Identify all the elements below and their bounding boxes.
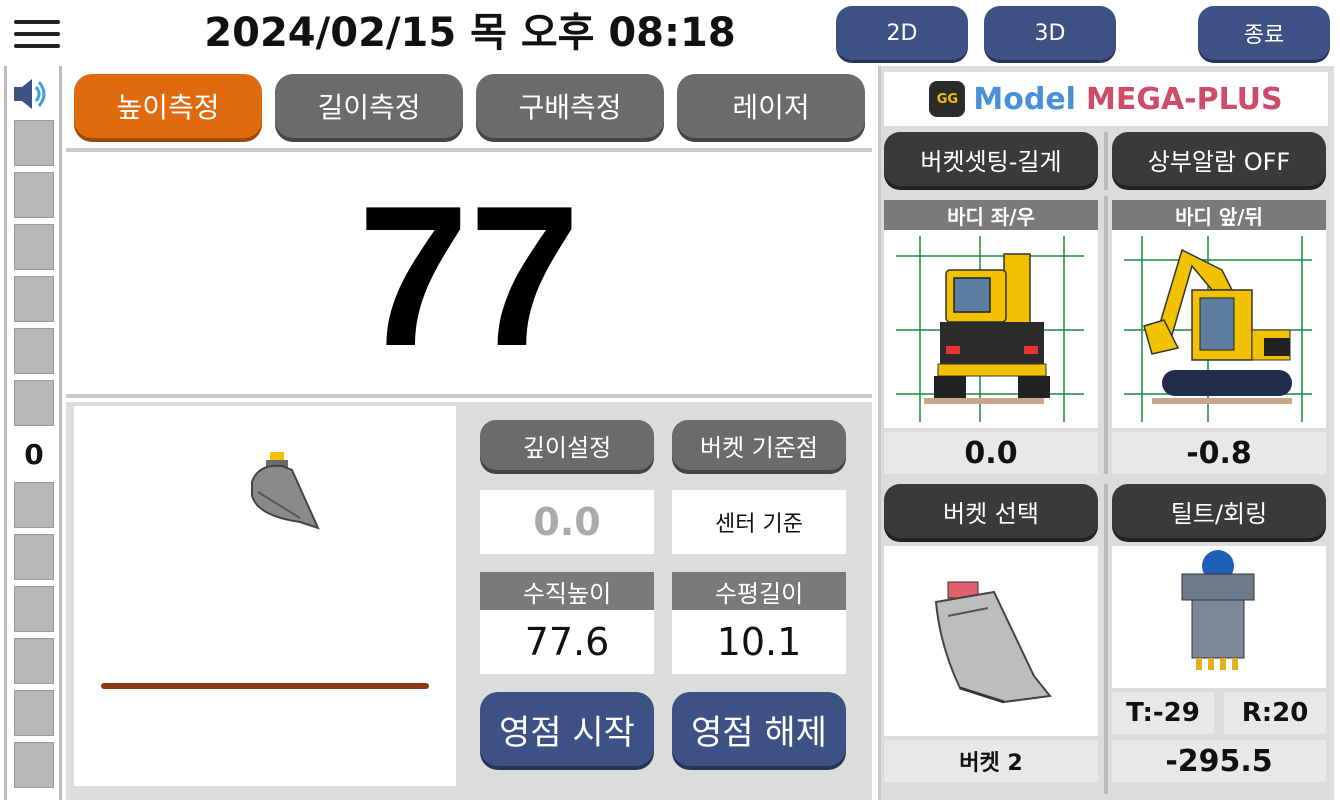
model-bar: GG Model MEGA-PLUS	[884, 72, 1328, 126]
height-readout: 77	[357, 165, 581, 388]
body-lr-label: 바디 좌/우	[884, 200, 1098, 230]
tab-length-measure[interactable]: 길이측정	[275, 74, 463, 138]
tilt-r-value: R:20	[1224, 692, 1326, 734]
gauge-segment	[14, 638, 54, 684]
vertical-height-label: 수직높이	[480, 572, 654, 610]
gauge-segment	[14, 276, 54, 322]
bucket-name: 버켓 2	[884, 740, 1098, 782]
gauge-segment	[14, 534, 54, 580]
horizontal-length-value: 10.1	[672, 610, 846, 674]
excavator-front-view	[884, 230, 1098, 428]
speaker-icon[interactable]	[12, 74, 52, 114]
readout-panel: 77	[66, 148, 872, 398]
gauge-segment	[14, 690, 54, 736]
gauge-segment	[14, 328, 54, 374]
body-fb-label: 바디 앞/뒤	[1112, 200, 1326, 230]
bucket-select-button[interactable]: 버켓 선택	[884, 484, 1098, 538]
body-lr-value: 0.0	[884, 432, 1098, 474]
bucket-image	[884, 546, 1098, 736]
tab-laser[interactable]: 레이저	[677, 74, 865, 138]
excavator-side-view	[1112, 230, 1326, 428]
tab-height-measure[interactable]: 높이측정	[74, 74, 262, 138]
gauge-segment	[14, 224, 54, 270]
gauge-segment	[14, 380, 54, 426]
brand-logo-icon: GG	[929, 81, 966, 117]
bucket-position-view	[74, 406, 456, 786]
model-prefix: Model	[973, 81, 1076, 117]
gauge-segment	[14, 482, 54, 528]
gauge-zero-label: 0	[14, 430, 54, 478]
gauge-segment	[14, 586, 54, 632]
tilt-rotator-image	[1112, 546, 1326, 688]
bucket-setting-button[interactable]: 버켓셋팅-길게	[884, 132, 1098, 186]
bucket-icon	[251, 452, 320, 530]
view-3d-button[interactable]: 3D	[984, 6, 1116, 60]
exit-button[interactable]: 종료	[1198, 6, 1330, 60]
center-reference: 센터 기준	[672, 490, 846, 554]
depth-value: 0.0	[480, 490, 654, 554]
tilt-rotate-button[interactable]: 틸트/회링	[1112, 484, 1326, 538]
horizontal-length-text: 10.1	[716, 620, 802, 664]
vertical-height-value: 77.6	[480, 610, 654, 674]
body-fb-value: -0.8	[1112, 432, 1326, 474]
top-alarm-button[interactable]: 상부알람 OFF	[1112, 132, 1326, 186]
zero-start-button[interactable]: 영점 시작	[480, 692, 654, 766]
depth-value-text: 0.0	[533, 500, 601, 544]
vertical-height-text: 77.6	[524, 620, 610, 664]
menu-icon[interactable]	[14, 20, 60, 54]
depth-setting-button[interactable]: 깊이설정	[480, 420, 654, 470]
model-name: MEGA-PLUS	[1085, 81, 1283, 117]
zero-release-button[interactable]: 영점 해제	[672, 692, 846, 766]
bucket-reference-button[interactable]: 버켓 기준점	[672, 420, 846, 470]
tilt-angle-value: -295.5	[1112, 740, 1326, 782]
horizontal-length-label: 수평길이	[672, 572, 846, 610]
gauge-segment	[14, 742, 54, 788]
view-2d-button[interactable]: 2D	[836, 6, 968, 60]
tilt-t-value: T:-29	[1112, 692, 1214, 734]
gauge-segment	[14, 120, 54, 166]
datetime-display: 2024/02/15 목 오후 08:18	[204, 10, 736, 56]
tab-slope-measure[interactable]: 구배측정	[476, 74, 664, 138]
gauge-segment	[14, 172, 54, 218]
